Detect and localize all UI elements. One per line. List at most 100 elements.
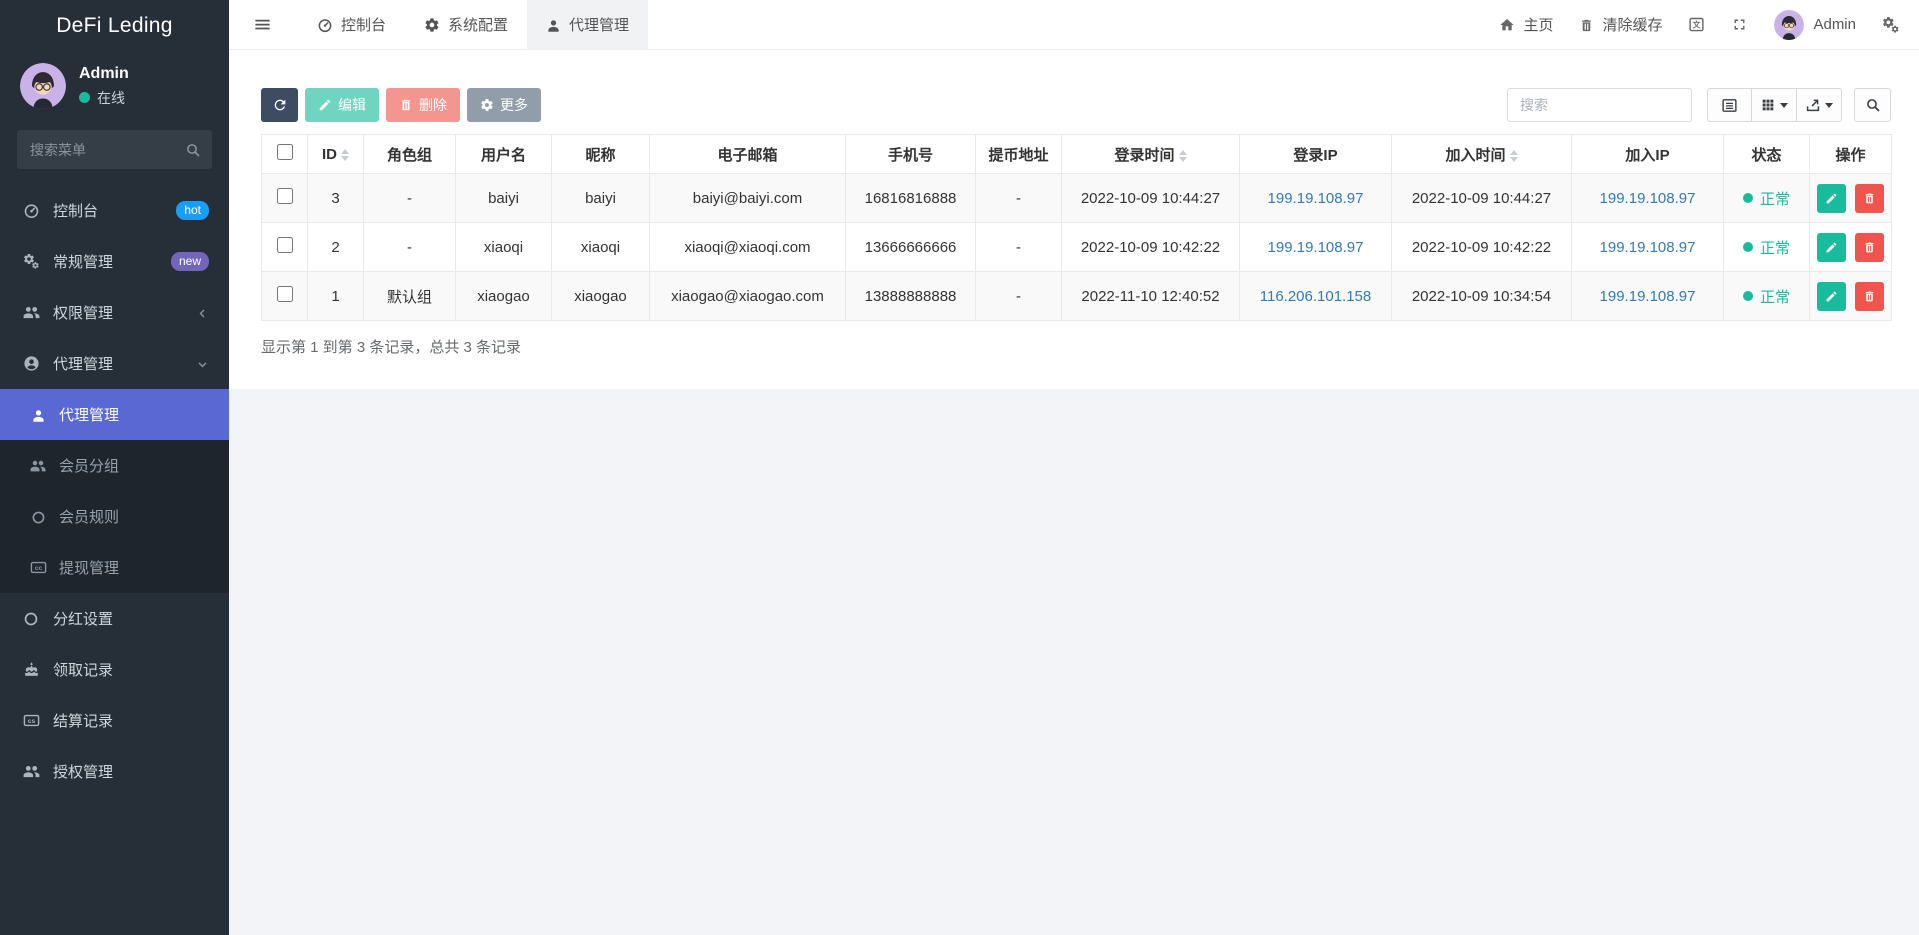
home-link[interactable]: 主页: [1486, 0, 1566, 50]
sidebar-item-label: 常规管理: [53, 251, 113, 272]
edit-button[interactable]: 编辑: [305, 88, 379, 122]
row-checkbox[interactable]: [277, 237, 293, 253]
submenu-item-label: 会员规则: [59, 506, 119, 527]
cell-nickname: baiyi: [552, 174, 650, 223]
cell-login-time: 2022-10-09 10:44:27: [1062, 174, 1240, 223]
sort-icon: [1179, 150, 1187, 162]
header-mobile: 手机号: [846, 135, 976, 174]
cell-nickname: xiaoqi: [552, 223, 650, 272]
submenu-item-member-rule[interactable]: 会员规则: [0, 491, 229, 542]
agent-submenu: 代理管理 会员分组 会员规则 提现管理: [0, 389, 229, 593]
sidebar-item-settle-record[interactable]: 结算记录: [0, 695, 229, 746]
clear-cache-button[interactable]: 清除缓存: [1566, 0, 1675, 50]
sidebar-item-auth[interactable]: 权限管理: [0, 287, 229, 338]
user-icon: [30, 406, 46, 423]
navbar-right: 主页 清除缓存 Admin: [1486, 0, 1919, 50]
pencil-icon: [1825, 290, 1838, 303]
export-dropdown-button[interactable]: [1797, 88, 1842, 122]
edit-button-label: 编辑: [338, 95, 366, 115]
submenu-item-member-group[interactable]: 会员分组: [0, 440, 229, 491]
cell-withdraw-addr: -: [976, 272, 1062, 321]
cell-withdraw-addr: -: [976, 223, 1062, 272]
sidebar-item-dividend[interactable]: 分红设置: [0, 593, 229, 644]
submenu-item-withdraw[interactable]: 提现管理: [0, 542, 229, 593]
login-ip-link[interactable]: 116.206.101.158: [1260, 288, 1372, 305]
tab-dashboard[interactable]: 控制台: [298, 0, 405, 50]
users-icon: [22, 763, 40, 781]
columns-dropdown-button[interactable]: [1752, 88, 1797, 122]
grid-icon: [1760, 97, 1776, 113]
row-edit-button[interactable]: [1817, 184, 1846, 213]
sidebar-item-general[interactable]: 常规管理 new: [0, 236, 229, 287]
row-delete-button[interactable]: [1855, 184, 1884, 213]
sidebar-item-authorize[interactable]: 授权管理: [0, 746, 229, 797]
app-window: DeFi Leding Admin 在线 控制台 hot: [0, 0, 1919, 935]
home-label: 主页: [1523, 14, 1553, 35]
header-email: 电子邮箱: [650, 135, 846, 174]
join-ip-link[interactable]: 199.19.108.97: [1600, 190, 1696, 207]
toggle-view-button[interactable]: [1707, 88, 1752, 122]
submenu-item-label: 会员分组: [59, 455, 119, 476]
menu-search-input[interactable]: [17, 130, 212, 169]
tab-agent-manage[interactable]: 代理管理: [527, 0, 648, 50]
caret-down-icon: [1825, 103, 1833, 108]
gear-icon: [424, 16, 440, 33]
navbar-user-menu[interactable]: Admin: [1761, 10, 1869, 40]
delete-button[interactable]: 删除: [386, 88, 460, 122]
row-edit-button[interactable]: [1817, 233, 1846, 262]
expand-icon: [1731, 16, 1748, 34]
user-avatar[interactable]: [20, 63, 66, 109]
hot-badge: hot: [176, 201, 209, 220]
status-badge: 正常: [1743, 286, 1790, 307]
advanced-search-button[interactable]: [1854, 88, 1891, 122]
header-checkbox-cell: [262, 135, 308, 174]
navbar-username: Admin: [1813, 16, 1856, 33]
select-all-checkbox[interactable]: [277, 144, 293, 160]
search-icon: [185, 141, 201, 158]
status-dot-icon: [1743, 291, 1753, 301]
users-icon: [22, 304, 40, 322]
more-button-label: 更多: [500, 95, 528, 115]
header-login-ip: 登录IP: [1240, 135, 1392, 174]
toolbar-right: [1507, 88, 1891, 122]
pencil-icon: [318, 98, 332, 112]
header-login-time[interactable]: 登录时间: [1062, 135, 1240, 174]
header-join-time[interactable]: 加入时间: [1392, 135, 1572, 174]
sidebar-item-agent[interactable]: 代理管理: [0, 338, 229, 389]
pencil-icon: [1825, 241, 1838, 254]
fullscreen-button[interactable]: [1718, 0, 1761, 50]
header-id[interactable]: ID: [308, 135, 364, 174]
tab-system-config[interactable]: 系统配置: [405, 0, 527, 50]
sidebar-item-claim-record[interactable]: 领取记录: [0, 644, 229, 695]
gears-icon: [1882, 15, 1900, 33]
cell-username: xiaogao: [456, 272, 552, 321]
join-ip-link[interactable]: 199.19.108.97: [1600, 288, 1696, 305]
settings-button[interactable]: [1869, 0, 1919, 50]
row-edit-button[interactable]: [1817, 282, 1846, 311]
user-icon: [546, 16, 561, 33]
row-delete-button[interactable]: [1855, 233, 1884, 262]
translate-button[interactable]: [1675, 0, 1718, 50]
join-ip-link[interactable]: 199.19.108.97: [1600, 239, 1696, 256]
row-checkbox[interactable]: [277, 286, 293, 302]
table-row: 1 默认组 xiaogao xiaogao xiaogao@xiaogao.co…: [262, 272, 1892, 321]
refresh-button[interactable]: [261, 88, 298, 122]
row-delete-button[interactable]: [1855, 282, 1884, 311]
cell-id: 2: [308, 223, 364, 272]
row-checkbox[interactable]: [277, 188, 293, 204]
more-button[interactable]: 更多: [467, 88, 541, 122]
sidebar-toggle-button[interactable]: [229, 15, 290, 34]
submenu-item-agent-manage[interactable]: 代理管理: [0, 389, 229, 440]
content-panel: 编辑 删除 更多: [229, 50, 1919, 389]
cake-icon: [22, 661, 40, 679]
login-ip-link[interactable]: 199.19.108.97: [1268, 190, 1364, 207]
cs-icon: [22, 712, 40, 730]
app-logo: DeFi Leding: [0, 0, 229, 52]
cell-username: xiaoqi: [456, 223, 552, 272]
gear-icon: [480, 98, 494, 112]
table-search-input[interactable]: [1507, 88, 1692, 122]
login-ip-link[interactable]: 199.19.108.97: [1268, 239, 1364, 256]
sidebar-item-dashboard[interactable]: 控制台 hot: [0, 185, 229, 236]
sidebar-item-label: 权限管理: [53, 302, 113, 323]
cell-mobile: 16816816888: [846, 174, 976, 223]
